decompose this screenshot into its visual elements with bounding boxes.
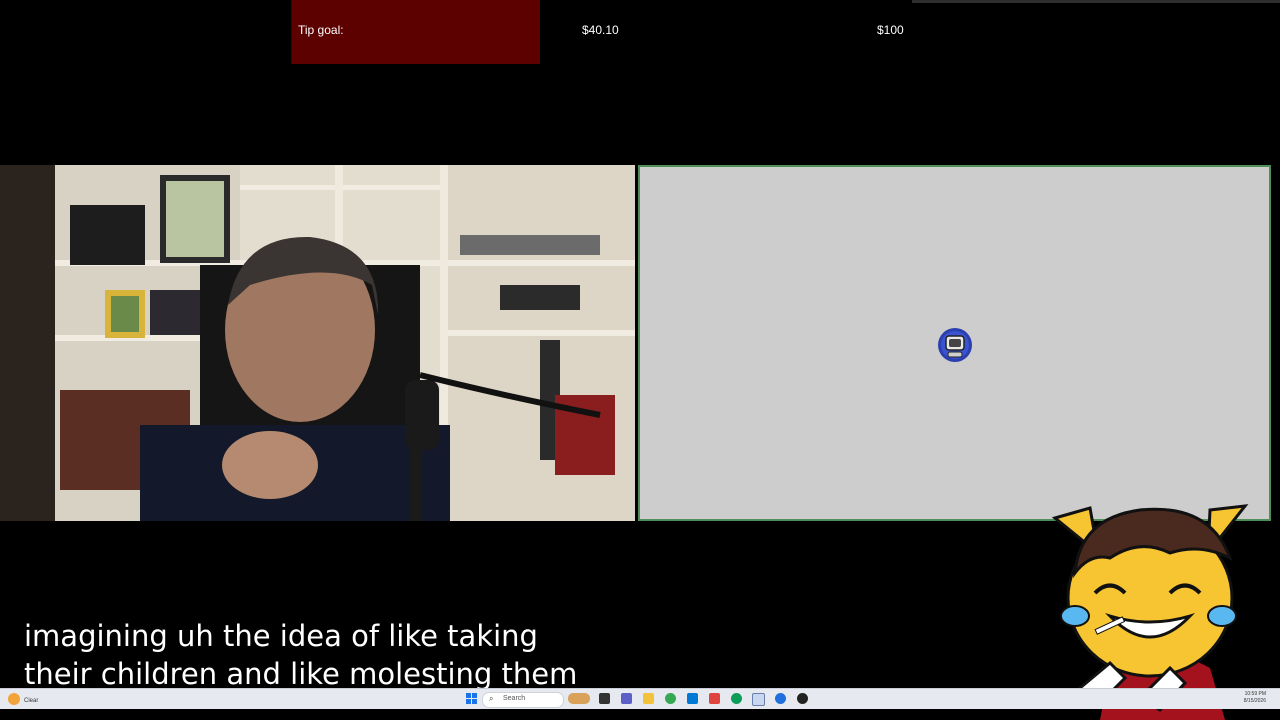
- top-edge-bar: [912, 0, 1280, 3]
- edge-icon[interactable]: [731, 693, 742, 704]
- teams-icon[interactable]: [621, 693, 632, 704]
- taskbar: Clear ⌕ Search 10:59 PM 8/15/2026: [0, 688, 1280, 709]
- screen-share-panel: [638, 165, 1271, 521]
- app-logo-icon: [938, 328, 972, 362]
- app-icon[interactable]: [797, 693, 808, 704]
- start-icon[interactable]: [466, 693, 477, 704]
- search-icon: ⌕: [489, 694, 494, 703]
- browser-icon[interactable]: [752, 693, 765, 706]
- webcam-scene: [0, 165, 635, 521]
- webcam-feed: [0, 165, 635, 521]
- tip-goal-current-amount: $40.10: [582, 23, 619, 37]
- weather-icon: [8, 693, 20, 705]
- tip-goal-label: Tip goal:: [298, 23, 344, 37]
- live-captions: imagining uh the idea of like taking the…: [22, 617, 580, 693]
- system-tray-clock[interactable]: 10:59 PM 8/15/2026: [1244, 691, 1266, 705]
- tip-goal-target-amount: $100: [877, 23, 904, 37]
- store-icon[interactable]: [709, 693, 720, 704]
- photos-icon[interactable]: [775, 693, 786, 704]
- taskbar-search-input[interactable]: ⌕ Search: [482, 692, 564, 708]
- mail-icon[interactable]: [687, 693, 698, 704]
- clock-date: 8/15/2026: [1243, 698, 1266, 704]
- tip-goal-progress-bar: Tip goal:: [291, 0, 540, 64]
- weather-widget[interactable]: Clear: [6, 690, 46, 708]
- crying-laughing-cat-mascot: [1051, 504, 1249, 720]
- task-view-icon[interactable]: [599, 693, 610, 704]
- search-placeholder: Search: [503, 695, 526, 702]
- caption-line-1: imagining uh the idea of like taking: [22, 617, 540, 655]
- chrome-icon[interactable]: [665, 693, 676, 704]
- file-explorer-icon[interactable]: [643, 693, 654, 704]
- weather-text: Clear: [24, 698, 39, 704]
- widgets-icon[interactable]: [568, 693, 590, 704]
- clock-time: 10:59 PM: [1244, 691, 1266, 697]
